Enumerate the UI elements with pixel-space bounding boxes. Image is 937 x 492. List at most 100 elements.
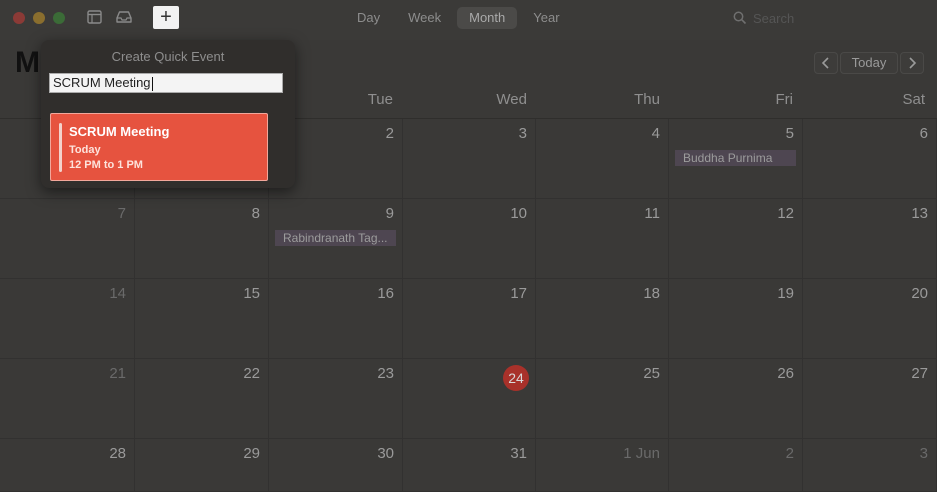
search-icon: [733, 11, 747, 25]
day-number: 27: [911, 365, 928, 382]
day-cell[interactable]: 17: [403, 279, 536, 359]
event-suggestion-card[interactable]: SCRUM Meeting Today 12 PM to 1 PM: [50, 113, 268, 181]
day-number: 5: [785, 125, 794, 142]
day-number: 28: [109, 445, 126, 462]
day-cell[interactable]: 31: [403, 439, 536, 492]
calendar-list-icon[interactable]: [86, 9, 104, 25]
day-cell[interactable]: 22: [135, 359, 269, 439]
day-cell[interactable]: 1 Jun: [536, 439, 669, 492]
day-cell[interactable]: 14: [0, 279, 135, 359]
day-cell[interactable]: 13: [803, 199, 937, 279]
day-number: 31: [510, 445, 527, 462]
day-cell[interactable]: 9 Rabindranath Tag...: [269, 199, 403, 279]
day-number: 20: [911, 285, 928, 302]
tab-week[interactable]: Week: [396, 7, 453, 29]
event-title: SCRUM Meeting: [69, 124, 170, 139]
inbox-icon[interactable]: [115, 9, 133, 25]
day-number: 4: [651, 125, 660, 142]
day-cell[interactable]: 4: [536, 119, 669, 199]
minimize-window-button[interactable]: [33, 12, 45, 24]
day-number: 21: [109, 365, 126, 382]
day-number: 3: [518, 125, 527, 142]
day-number: 30: [377, 445, 394, 462]
search-placeholder: Search: [753, 11, 795, 26]
day-cell[interactable]: 15: [135, 279, 269, 359]
view-switcher: Day Week Month Year: [345, 7, 572, 29]
weekday-fri: Fri: [775, 91, 794, 108]
day-number: 16: [377, 285, 394, 302]
quick-event-title: Create Quick Event: [111, 49, 225, 64]
month-title: M: [15, 46, 40, 79]
today-marker: 24: [503, 365, 529, 391]
day-number: 3: [919, 445, 928, 462]
day-cell[interactable]: 28: [0, 439, 135, 492]
day-number: 19: [777, 285, 794, 302]
weekday-tue: Tue: [367, 91, 393, 108]
zoom-window-button[interactable]: [53, 12, 65, 24]
day-cell[interactable]: 11: [536, 199, 669, 279]
day-cell[interactable]: 19: [669, 279, 803, 359]
day-cell[interactable]: 29: [135, 439, 269, 492]
tab-year[interactable]: Year: [521, 7, 571, 29]
day-number: 22: [243, 365, 260, 382]
previous-month-button[interactable]: [814, 52, 838, 74]
day-number: 7: [117, 205, 126, 222]
day-number: 17: [510, 285, 527, 302]
day-number: 13: [911, 205, 928, 222]
day-cell[interactable]: 16: [269, 279, 403, 359]
day-cell[interactable]: 10: [403, 199, 536, 279]
day-cell[interactable]: 3: [803, 439, 937, 492]
day-cell[interactable]: 23: [269, 359, 403, 439]
day-cell[interactable]: 21: [0, 359, 135, 439]
holiday-event[interactable]: Rabindranath Tag...: [275, 230, 396, 246]
day-cell[interactable]: 6: [803, 119, 937, 199]
day-number: 9: [385, 205, 394, 222]
day-number: 14: [109, 285, 126, 302]
day-cell[interactable]: 3: [403, 119, 536, 199]
day-cell[interactable]: 5 Buddha Purnima: [669, 119, 803, 199]
day-number: 18: [643, 285, 660, 302]
day-number: 2: [385, 125, 394, 142]
day-number: 8: [251, 205, 260, 222]
day-cell[interactable]: 2: [669, 439, 803, 492]
close-window-button[interactable]: [13, 12, 25, 24]
day-cell[interactable]: 24: [403, 359, 536, 439]
weekday-wed: Wed: [496, 91, 527, 108]
day-cell[interactable]: 18: [536, 279, 669, 359]
day-cell[interactable]: 30: [269, 439, 403, 492]
day-number: 23: [377, 365, 394, 382]
day-number: 29: [243, 445, 260, 462]
day-cell[interactable]: 20: [803, 279, 937, 359]
today-button[interactable]: Today: [840, 52, 898, 74]
day-number: 1 Jun: [623, 445, 660, 462]
day-number: 10: [510, 205, 527, 222]
day-number: 25: [643, 365, 660, 382]
day-cell[interactable]: 26: [669, 359, 803, 439]
day-cell[interactable]: 27: [803, 359, 937, 439]
next-month-button[interactable]: [900, 52, 924, 74]
quick-event-input[interactable]: SCRUM Meeting: [49, 73, 283, 93]
day-number: 6: [919, 125, 928, 142]
weekday-sat: Sat: [902, 91, 925, 108]
text-caret: [151, 76, 153, 91]
tab-month[interactable]: Month: [457, 7, 518, 29]
event-day: Today: [69, 144, 101, 156]
tab-day[interactable]: Day: [345, 7, 392, 29]
chevron-right-icon: [909, 57, 917, 69]
day-cell[interactable]: 8: [135, 199, 269, 279]
day-number: 11: [644, 205, 660, 222]
day-cell[interactable]: 25: [536, 359, 669, 439]
holiday-event[interactable]: Buddha Purnima: [675, 150, 796, 166]
search-field[interactable]: Search: [733, 10, 923, 28]
weekday-thu: Thu: [634, 91, 660, 108]
day-number: 2: [785, 445, 794, 462]
add-event-button[interactable]: +: [153, 6, 179, 29]
quick-event-popover: Create Quick Event SCRUM Meeting SCRUM M…: [41, 40, 295, 188]
toolbar: + Day Week Month Year Search: [0, 0, 937, 40]
day-cell[interactable]: 7: [0, 199, 135, 279]
event-color-bar: [59, 123, 62, 172]
day-cell[interactable]: 12: [669, 199, 803, 279]
chevron-left-icon: [821, 57, 829, 69]
quick-event-input-value: SCRUM Meeting: [53, 75, 151, 90]
event-time: 12 PM to 1 PM: [69, 159, 143, 171]
